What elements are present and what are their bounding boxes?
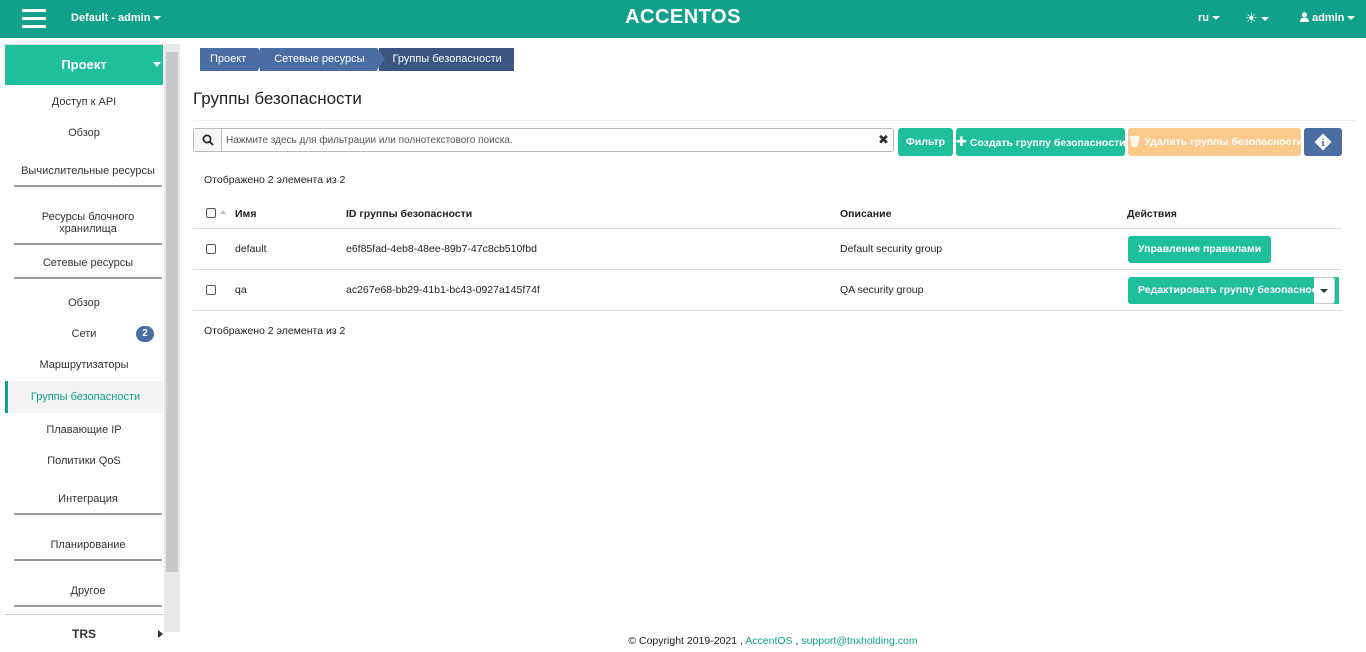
sidebar-item-network-overview[interactable]: Обзор	[5, 297, 163, 309]
sidebar-item-qos-policies[interactable]: Политики QoS	[5, 455, 163, 467]
create-security-group-button[interactable]: ✚ Создать группу безопасности	[956, 128, 1126, 156]
clear-icon[interactable]: ✖	[878, 132, 889, 148]
row-name: default	[235, 243, 267, 255]
sidebar-group-block-storage[interactable]: Ресурсы блочного хранилища	[14, 211, 162, 245]
manage-rules-button[interactable]: Управление правилами	[1128, 236, 1272, 263]
table-row: qa ac267e68-bb29-41b1-bc43-0927a145f74f …	[193, 270, 1342, 311]
divider	[193, 120, 1356, 121]
project-switcher[interactable]: Default - admin	[71, 12, 162, 24]
row-checkbox[interactable]	[206, 244, 216, 254]
copyright-text: © Copyright 2019-2021 ,	[628, 635, 743, 647]
row-name: qa	[235, 284, 247, 296]
row-description: Default security group	[840, 243, 943, 255]
table-header: Имя ID группы безопасности Описание Дейс…	[193, 198, 1342, 229]
sidebar-scrollbar[interactable]	[164, 44, 180, 632]
sidebar-item-floating-ips[interactable]: Плавающие IP	[5, 424, 163, 436]
user-label: admin	[1312, 12, 1345, 24]
sidebar-item-networks[interactable]: Сети 2	[5, 326, 163, 342]
hamburger-menu-icon[interactable]	[22, 9, 46, 29]
item-count-top: Отображено 2 элемента из 2	[204, 174, 346, 186]
column-header-name[interactable]: Имя	[235, 208, 256, 220]
chevron-down-icon	[1320, 289, 1328, 293]
scrollbar-thumb[interactable]	[166, 52, 178, 572]
sidebar-item-security-groups[interactable]: Группы безопасности	[5, 381, 163, 413]
footer: © Copyright 2019-2021 , AccentOS , suppo…	[0, 635, 1366, 647]
select-all-checkbox[interactable]	[206, 208, 216, 218]
page-title: Группы безопасности	[193, 89, 362, 108]
table-row: default e6f85fad-4eb8-48ee-89b7-47c8cb51…	[193, 229, 1342, 270]
row-description: QA security group	[840, 284, 924, 296]
chevron-down-icon	[153, 62, 161, 67]
delete-button-label: Удалить группы безопасности	[1144, 136, 1304, 148]
row-id: e6f85fad-4eb8-48ee-89b7-47c8cb510fbd	[346, 243, 537, 255]
breadcrumb-item-network[interactable]: Сетевые ресурсы	[260, 48, 385, 71]
trash-icon: 🗑	[1128, 136, 1142, 148]
breadcrumb-item-project[interactable]: Проект	[200, 48, 267, 71]
security-groups-table: Имя ID группы безопасности Описание Дейс…	[193, 198, 1342, 311]
chevron-down-icon	[153, 16, 162, 21]
footer-separator: ,	[795, 635, 799, 647]
chevron-down-icon	[1347, 16, 1356, 21]
breadcrumb-label: Группы безопасности	[392, 53, 502, 65]
sidebar-section-label: Проект	[61, 57, 107, 72]
breadcrumb-item-current: Группы безопасности	[378, 48, 514, 71]
column-header-actions: Действия	[1127, 208, 1177, 220]
sidebar-section-project[interactable]: Проект	[5, 45, 163, 85]
sidebar-item-overview[interactable]: Обзор	[5, 127, 163, 139]
language-switcher[interactable]: ru	[1198, 12, 1220, 24]
delete-security-groups-button: 🗑 Удалить группы безопасности	[1128, 128, 1304, 156]
sidebar-group-network[interactable]: Сетевые ресурсы	[14, 257, 162, 279]
breadcrumb: Проект Сетевые ресурсы Группы безопаснос…	[200, 48, 516, 71]
language-label: ru	[1198, 12, 1209, 24]
sidebar-item-api-access[interactable]: Доступ к API	[5, 96, 163, 108]
search-box: ✖	[193, 128, 894, 152]
breadcrumb-separator	[258, 48, 267, 70]
search-icon-button[interactable]	[194, 129, 222, 151]
sidebar-group-compute[interactable]: Вычислительные ресурсы	[14, 165, 162, 187]
user-icon	[1300, 12, 1309, 22]
chevron-down-icon	[1212, 16, 1220, 21]
count-badge: 2	[136, 326, 154, 342]
product-link[interactable]: AccentOS	[745, 635, 792, 647]
gear-icon: ☀	[1245, 10, 1258, 26]
column-header-id[interactable]: ID группы безопасности	[346, 208, 472, 220]
breadcrumb-label: Сетевые ресурсы	[274, 53, 365, 65]
row-id: ac267e68-bb29-41b1-bc43-0927a145f74f	[346, 284, 540, 296]
filter-button[interactable]: Фильтр	[898, 128, 953, 156]
edit-security-group-button[interactable]: Редактировать группу безопасности	[1128, 277, 1340, 304]
user-menu[interactable]: admin	[1300, 12, 1356, 24]
logo[interactable]: ACCENTOS	[625, 6, 741, 28]
sort-icon[interactable]	[220, 210, 226, 214]
column-header-description[interactable]: Описание	[840, 208, 891, 220]
sidebar-item-routers[interactable]: Маршрутизаторы	[5, 359, 163, 371]
row-actions-dropdown[interactable]	[1314, 277, 1335, 304]
breadcrumb-label: Проект	[210, 53, 247, 65]
plus-icon: ✚	[956, 134, 967, 149]
search-icon	[202, 134, 214, 146]
svg-text:i: i	[1321, 137, 1324, 149]
sidebar-group-planning[interactable]: Планирование	[14, 539, 162, 561]
logo-container: ACCENTOS	[0, 6, 1366, 29]
chevron-down-icon	[1260, 17, 1269, 22]
info-button[interactable]: i	[1304, 128, 1342, 156]
settings-menu[interactable]: ☀	[1245, 10, 1269, 27]
search-input[interactable]	[226, 131, 866, 149]
create-button-label: Создать группу безопасности	[969, 137, 1126, 149]
item-count-bottom: Отображено 2 элемента из 2	[204, 325, 346, 337]
top-navbar: Default - admin ACCENTOS ru ☀ admin	[0, 0, 1366, 38]
sidebar-group-integration[interactable]: Интеграция	[14, 493, 162, 515]
support-email-link[interactable]: support@tnxholding.com	[801, 635, 917, 647]
breadcrumb-separator	[376, 48, 385, 70]
sidebar-item-label: Сети	[71, 328, 97, 340]
sidebar-group-other[interactable]: Другое	[14, 585, 162, 607]
row-checkbox[interactable]	[206, 285, 216, 295]
project-switcher-label: Default - admin	[71, 12, 151, 24]
info-icon: i	[1314, 133, 1332, 151]
